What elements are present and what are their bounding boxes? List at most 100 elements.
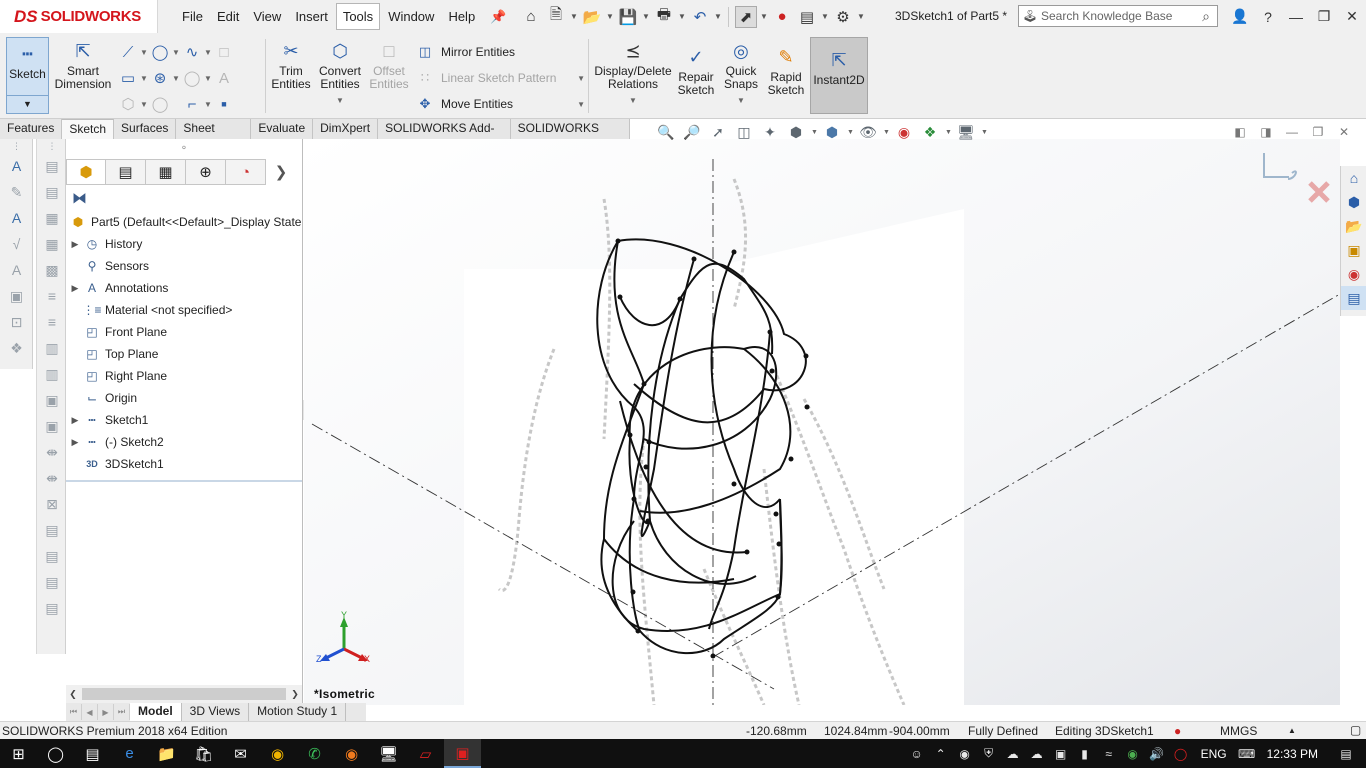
bring-to-front-icon[interactable]: ▣ (37, 387, 67, 413)
convert-dropdown-icon[interactable]: ▼ (336, 94, 344, 107)
text-icon[interactable]: A (214, 68, 234, 88)
fillet-icon[interactable]: ⌐ (182, 94, 202, 114)
sketch-chamfer-icon[interactable]: □ (214, 42, 234, 62)
appearances-icon[interactable]: ◉ (1341, 262, 1366, 286)
balloon-icon[interactable]: ✎ (0, 179, 33, 205)
tree-item-sketch1[interactable]: ▶ ┅ Sketch1 (66, 409, 302, 431)
scroll-right-icon[interactable]: ❯ (288, 689, 302, 700)
spline-icon[interactable]: ∿ (182, 42, 202, 62)
ellipse-icon[interactable]: ◯ (182, 68, 202, 88)
tree-root-part[interactable]: ⬢ Part5 (Default<<Default>_Display State (66, 211, 302, 233)
people-icon[interactable]: ☺ (905, 739, 929, 768)
file-properties-dropdown-icon[interactable]: ▼ (821, 12, 829, 21)
prev-tab-icon[interactable]: ◀ (82, 704, 98, 720)
restore-icon[interactable]: ❐ (1310, 0, 1338, 33)
hatch-icon[interactable]: ❖ (0, 335, 33, 361)
units-dropdown-icon[interactable]: ▲ (1288, 726, 1296, 735)
dynamic-annotation-icon[interactable]: ✦ (759, 122, 781, 142)
center-icon[interactable]: ⊠ (37, 491, 67, 517)
polygon-icon[interactable]: ⬡ (118, 94, 138, 114)
undo-icon[interactable]: ↶ (689, 6, 711, 28)
align-horizontal-icon[interactable]: ⇼ (37, 439, 67, 465)
sketch-point[interactable] (773, 511, 779, 517)
tree-item-sketch2[interactable]: ▶ ┅ (-) Sketch2 (66, 431, 302, 453)
circle-dropdown-icon[interactable]: ▼ (172, 48, 180, 57)
datum-feature-icon[interactable]: ▣ (0, 283, 33, 309)
clock-time[interactable]: 12:33 PM (1259, 747, 1326, 761)
scroll-left-icon[interactable]: ❮ (66, 689, 80, 700)
display-delete-relations-button[interactable]: ⪯ Display/Delete Relations ▼ (593, 39, 673, 107)
edge-browser-icon[interactable]: e (111, 739, 148, 768)
tab-solidworks-add-ins[interactable]: SOLIDWORKS Add-Ins (378, 119, 511, 154)
search-input[interactable]: Search Knowledge Base (1041, 9, 1195, 23)
search-knowledge-base[interactable]: 🕹 Search Knowledge Base ⌕ (1018, 5, 1218, 27)
tree-item-sensors[interactable]: ⚲ Sensors (66, 255, 302, 277)
mirror-entities-button[interactable]: ◫ Mirror Entities (415, 39, 585, 65)
view-settings-dropdown-icon[interactable]: ▼ (981, 129, 988, 136)
view-orientation-icon[interactable]: ⬢ (785, 122, 807, 142)
align-center-icon[interactable]: ▩ (37, 257, 67, 283)
display-style-dropdown-icon[interactable]: ▼ (847, 129, 854, 136)
snaps-dropdown-icon[interactable]: ▼ (737, 94, 745, 107)
task-view-icon[interactable]: ▤ (74, 739, 111, 768)
tab-model[interactable]: Model (130, 703, 182, 721)
menu-tools[interactable]: Tools (335, 3, 381, 30)
tab-surfaces[interactable]: Surfaces (114, 119, 177, 139)
sketch-point[interactable] (767, 329, 773, 335)
volume-icon[interactable]: 🔊 (1145, 739, 1169, 768)
sketch-point[interactable] (615, 238, 621, 244)
print-dropdown-icon[interactable]: ▼ (678, 12, 686, 21)
file-properties-icon[interactable]: ▤ (796, 6, 818, 28)
menu-insert[interactable]: Insert (289, 4, 334, 29)
instant2d-button[interactable]: ⇱ Instant2D (810, 37, 868, 114)
zoom-to-area-icon[interactable]: 🔎 (681, 122, 703, 142)
backup-icon[interactable]: ☁ (1001, 739, 1025, 768)
file-explorer-icon[interactable]: 📂 (1341, 214, 1366, 238)
rebuild-icon[interactable]: ● (771, 6, 793, 28)
battery-icon[interactable]: ▮ (1073, 739, 1097, 768)
scroll-thumb[interactable] (82, 688, 286, 700)
sketch-point[interactable] (769, 368, 775, 374)
tab-features[interactable]: Features (0, 119, 63, 139)
input-language[interactable]: ENG (1193, 747, 1235, 761)
hide-show-dropdown-icon[interactable]: ▼ (883, 129, 890, 136)
save-icon[interactable]: 💾 (617, 6, 639, 28)
view-palette-icon[interactable]: ▣ (1341, 238, 1366, 262)
menu-window[interactable]: Window (382, 4, 440, 29)
tree-item-history[interactable]: ▶ ◷ History (66, 233, 302, 255)
menu-help[interactable]: Help (442, 4, 481, 29)
view-settings-icon[interactable]: 🖥 (955, 122, 977, 142)
ellipse-dropdown-icon[interactable]: ▼ (204, 74, 212, 83)
expand-chevron-icon[interactable]: ▶ (68, 239, 82, 250)
tree-item-material[interactable]: ⋮≡ Material <not specified> (66, 299, 302, 321)
action-center-icon[interactable]: ▤ (1326, 739, 1366, 768)
distribute-icon[interactable]: ≡ (37, 309, 67, 335)
more-tabs-chevron-icon[interactable]: ❯ (266, 159, 296, 185)
tree-item-annotations[interactable]: ▶ A Annotations (66, 277, 302, 299)
tray-expand-icon[interactable]: ⌃ (929, 739, 953, 768)
convert-entities-button[interactable]: ⬡ Convert Entities ▼ (316, 39, 364, 107)
sketch-point[interactable] (635, 628, 641, 634)
tab-sheet-metal[interactable]: Sheet Metal (176, 119, 252, 154)
tree-item-origin[interactable]: ⌙ Origin (66, 387, 302, 409)
dimxpertmanager-tab-icon[interactable]: ⊕ (186, 159, 226, 185)
spline-dropdown-icon[interactable]: ▼ (204, 48, 212, 57)
cortana-search-icon[interactable]: ◯ (37, 739, 74, 768)
stack-icon[interactable]: ▤ (37, 517, 67, 543)
line-icon[interactable]: ⟋ (118, 42, 138, 62)
save-dropdown-icon[interactable]: ▼ (642, 12, 650, 21)
remote-desktop-icon[interactable]: 🖥 (370, 739, 407, 768)
text-annotation-icon[interactable]: A (0, 205, 33, 231)
offset-entities-button[interactable]: □ Offset Entities (366, 39, 412, 91)
help-icon[interactable]: ? (1254, 0, 1282, 33)
section-view-icon[interactable]: ◫ (733, 122, 755, 142)
view-orientation-dropdown-icon[interactable]: ▼ (811, 129, 818, 136)
open-icon[interactable]: 📂 (581, 6, 603, 28)
surface-finish-icon[interactable]: √ (0, 231, 33, 257)
configurationmanager-tab-icon[interactable]: ▦ (146, 159, 186, 185)
last-tab-icon[interactable]: ⏭ (114, 704, 130, 720)
user-icon[interactable]: 👤 (1226, 0, 1254, 33)
tab-dimxpert[interactable]: DimXpert (313, 119, 379, 139)
sketch-point[interactable] (804, 404, 810, 410)
sketch-point[interactable] (775, 594, 781, 600)
